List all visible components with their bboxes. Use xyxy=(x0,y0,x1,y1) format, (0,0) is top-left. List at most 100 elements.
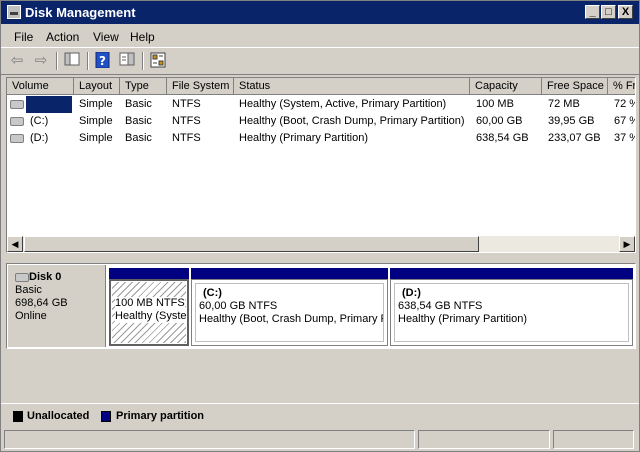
volume-cell: (D:) xyxy=(30,132,49,144)
partition-box: (C:) 60,00 GB NTFS Healthy (Boot, Crash … xyxy=(191,279,388,346)
disk-type: Basic xyxy=(15,284,42,296)
status-panel xyxy=(418,430,550,449)
file-system-cell: NTFS xyxy=(172,98,201,110)
column-header-percent-free[interactable]: % Fr xyxy=(608,78,635,95)
percent-free-cell: 37 % xyxy=(614,132,635,144)
partition-size: 638,54 GB NTFS xyxy=(398,300,483,312)
table-row[interactable]: (C:) Simple Basic NTFS Healthy (Boot, Cr… xyxy=(7,113,635,130)
partition-box: (D:) 638,54 GB NTFS Healthy (Primary Par… xyxy=(390,279,633,346)
partition-box: 100 MB NTFS Healthy (System, Active, Pri… xyxy=(109,279,189,346)
disk-icon xyxy=(15,273,29,282)
volume-cell: (C:) xyxy=(30,115,49,127)
partition-content: (D:) 638,54 GB NTFS Healthy (Primary Par… xyxy=(394,283,629,342)
title-bar[interactable]: Disk Management _ □ X xyxy=(1,1,639,24)
status-bar xyxy=(4,430,636,450)
disk-icon xyxy=(10,134,24,143)
toolbar-separator xyxy=(87,52,89,70)
partition-content: (C:) 60,00 GB NTFS Healthy (Boot, Crash … xyxy=(195,283,384,342)
disk-state: Online xyxy=(15,310,47,322)
menu-view[interactable]: View xyxy=(93,30,119,44)
maximize-button[interactable]: □ xyxy=(601,5,616,19)
layout-cell: Simple xyxy=(79,98,113,110)
status-cell: Healthy (Primary Partition) xyxy=(239,132,368,144)
partition-status: Healthy (System, Active, Primary Partiti… xyxy=(115,310,186,323)
status-panel xyxy=(4,430,415,449)
pane-splitter[interactable] xyxy=(1,254,639,262)
forward-arrow-icon[interactable]: ⇨ xyxy=(31,52,51,70)
free-space-cell: 72 MB xyxy=(548,98,580,110)
close-button[interactable]: X xyxy=(618,5,633,19)
column-header-type[interactable]: Type xyxy=(120,78,167,95)
status-cell: Healthy (Boot, Crash Dump, Primary Parti… xyxy=(239,115,465,127)
disk-management-icon xyxy=(7,5,21,19)
window-title: Disk Management xyxy=(25,5,136,20)
file-system-cell: NTFS xyxy=(172,115,201,127)
disk-name: Disk 0 xyxy=(29,271,62,283)
percent-free-cell: 72 % xyxy=(614,98,635,110)
toolbar: ⇦ ⇨ ? xyxy=(1,47,639,75)
partition-content: 100 MB NTFS Healthy (System, Active, Pri… xyxy=(112,282,186,343)
type-cell: Basic xyxy=(125,132,152,144)
back-arrow-icon[interactable]: ⇦ xyxy=(7,52,27,70)
disk-map: Disk 0 Basic 698,64 GB Online 100 MB NTF… xyxy=(6,263,636,349)
menu-bar: File Action View Help xyxy=(1,25,639,46)
table-row[interactable]: (D:) Simple Basic NTFS Healthy (Primary … xyxy=(7,130,635,147)
capacity-cell: 100 MB xyxy=(476,98,514,110)
svg-text:?: ? xyxy=(99,54,106,68)
settings-icon[interactable] xyxy=(148,52,168,70)
partition-size: 100 MB NTFS xyxy=(115,297,185,310)
legend-primary-partition: Primary partition xyxy=(116,410,205,422)
partition-c[interactable]: (C:) 60,00 GB NTFS Healthy (Boot, Crash … xyxy=(191,268,388,346)
minimize-button[interactable]: _ xyxy=(585,5,600,19)
column-header-free-space[interactable]: Free Space xyxy=(542,78,608,95)
unallocated-swatch xyxy=(13,411,23,422)
table-row[interactable]: Simple Basic NTFS Healthy (System, Activ… xyxy=(7,96,635,113)
legend: Unallocated Primary partition xyxy=(1,403,639,427)
percent-free-cell: 67 % xyxy=(614,115,635,127)
partition-label: (C:) xyxy=(203,287,222,299)
type-cell: Basic xyxy=(125,115,152,127)
disk-info[interactable]: Disk 0 Basic 698,64 GB Online xyxy=(8,265,106,347)
disk-icon xyxy=(10,100,24,109)
capacity-cell: 60,00 GB xyxy=(476,115,523,127)
help-icon[interactable]: ? xyxy=(93,51,113,70)
column-header-capacity[interactable]: Capacity xyxy=(470,78,542,95)
menu-action[interactable]: Action xyxy=(46,30,79,44)
partition-system-reserved[interactable]: 100 MB NTFS Healthy (System, Active, Pri… xyxy=(109,268,189,346)
type-cell: Basic xyxy=(125,98,152,110)
partition-band xyxy=(191,268,388,279)
horizontal-scrollbar[interactable]: ◀ ▶ xyxy=(7,236,635,252)
partition-status: Healthy (Primary Partition) xyxy=(398,313,527,325)
column-header-status[interactable]: Status xyxy=(234,78,470,95)
disk-icon xyxy=(10,117,24,126)
console-tree-icon[interactable] xyxy=(62,52,82,70)
partition-label: (D:) xyxy=(402,287,421,299)
layout-cell: Simple xyxy=(79,132,113,144)
scroll-left-icon[interactable]: ◀ xyxy=(7,236,23,252)
free-space-cell: 39,95 GB xyxy=(548,115,595,127)
partition-status: Healthy (Boot, Crash Dump, Primary Parti… xyxy=(199,313,383,325)
column-header-volume[interactable]: Volume xyxy=(7,78,74,95)
status-panel xyxy=(553,430,634,449)
disk-management-window: Disk Management _ □ X File Action View H… xyxy=(0,0,640,452)
legend-unallocated: Unallocated xyxy=(27,410,90,422)
capacity-cell: 638,54 GB xyxy=(476,132,529,144)
partition-band xyxy=(109,268,189,279)
column-header-file-system[interactable]: File System xyxy=(167,78,234,95)
menu-help[interactable]: Help xyxy=(130,30,155,44)
properties-icon[interactable] xyxy=(117,52,137,70)
toolbar-separator xyxy=(56,52,58,70)
layout-cell: Simple xyxy=(79,115,113,127)
disk-size: 698,64 GB xyxy=(15,297,68,309)
scrollbar-thumb[interactable] xyxy=(24,236,479,252)
volume-list[interactable]: Volume Layout Type File System Status Ca… xyxy=(6,77,636,253)
partition-d[interactable]: (D:) 638,54 GB NTFS Healthy (Primary Par… xyxy=(390,268,633,346)
status-cell: Healthy (System, Active, Primary Partiti… xyxy=(239,98,447,110)
column-header-layout[interactable]: Layout xyxy=(74,78,120,95)
toolbar-separator xyxy=(142,52,144,70)
file-system-cell: NTFS xyxy=(172,132,201,144)
menu-file[interactable]: File xyxy=(14,30,33,44)
free-space-cell: 233,07 GB xyxy=(548,132,601,144)
partition-size: 60,00 GB NTFS xyxy=(199,300,278,312)
scroll-right-icon[interactable]: ▶ xyxy=(619,236,635,252)
